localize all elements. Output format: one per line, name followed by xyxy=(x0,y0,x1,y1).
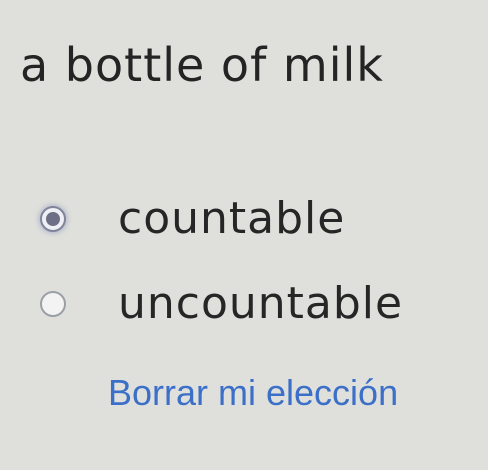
option-uncountable[interactable]: uncountable xyxy=(40,278,403,329)
question-text: a bottle of milk xyxy=(20,38,384,92)
radio-button-uncountable[interactable] xyxy=(40,290,66,317)
radio-selected-dot xyxy=(46,211,60,226)
radio-button-countable[interactable] xyxy=(40,205,66,232)
option-label-countable: countable xyxy=(118,193,346,244)
option-label-uncountable: uncountable xyxy=(118,278,404,329)
clear-choice-link[interactable]: Borrar mi elección xyxy=(108,372,398,414)
option-countable[interactable]: countable xyxy=(40,193,345,244)
